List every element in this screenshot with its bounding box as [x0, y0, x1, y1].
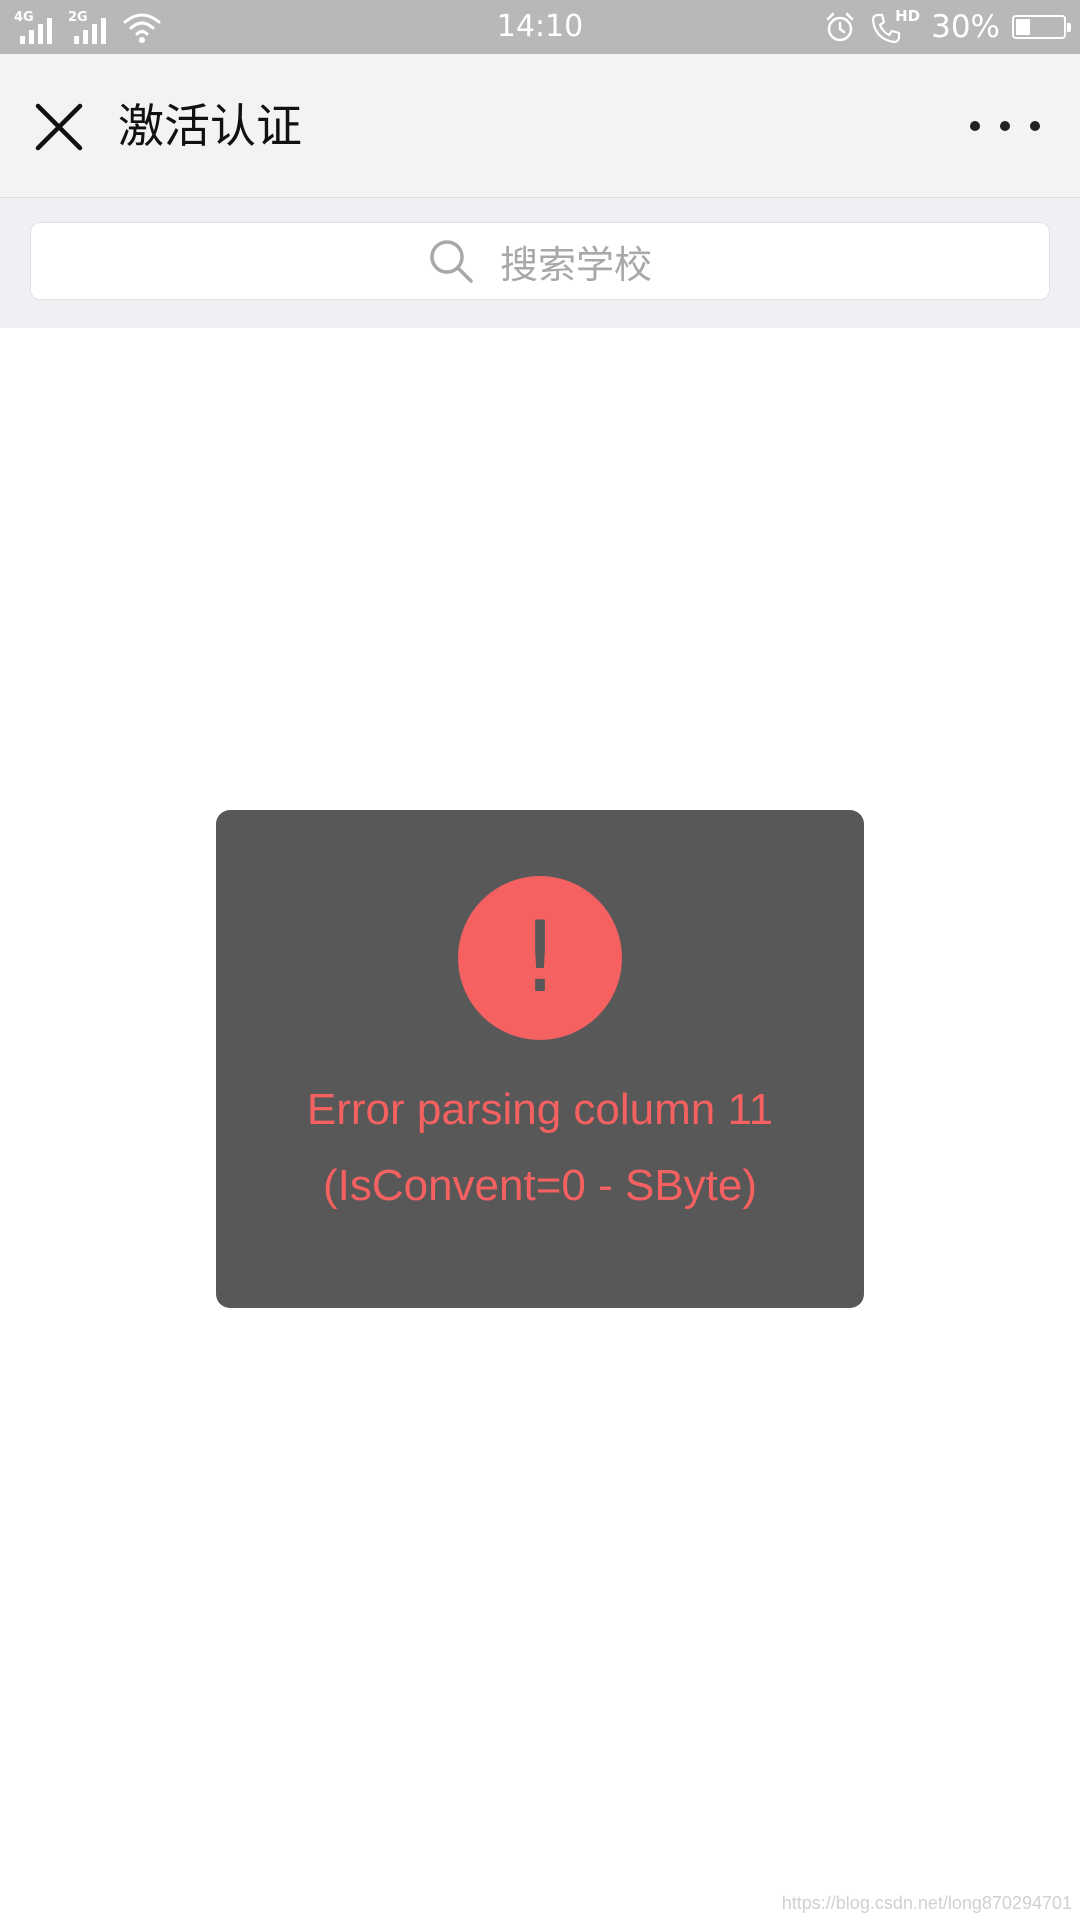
close-icon: [35, 103, 83, 151]
more-button[interactable]: [970, 106, 1040, 146]
exclamation-icon: !: [458, 876, 622, 1040]
status-right-group: HD 30%: [823, 7, 1071, 46]
battery-nub: [1067, 23, 1071, 32]
battery-fill: [1016, 19, 1030, 35]
exclamation-mark: !: [520, 901, 560, 1015]
error-toast: ! Error parsing column 11 (IsConvent=0 -…: [216, 810, 864, 1308]
hd-call-indicator: HD: [869, 7, 921, 45]
search-input[interactable]: 搜索学校: [30, 222, 1050, 300]
nav-bar: 激活认证: [0, 54, 1080, 198]
close-button[interactable]: [30, 98, 88, 156]
battery-icon: [1012, 15, 1071, 39]
search-icon: [430, 240, 473, 283]
error-message: Error parsing column 11 (IsConvent=0 - S…: [216, 1072, 864, 1224]
battery-percent: 30%: [931, 9, 1000, 45]
hd-label: HD: [895, 7, 921, 25]
error-message-line-2: (IsConvent=0 - SByte): [322, 1161, 758, 1210]
search-area: 搜索学校: [0, 198, 1080, 328]
search-placeholder: 搜索学校: [499, 242, 652, 287]
error-message-line-1: Error parsing column 11: [306, 1085, 774, 1134]
more-icon: [970, 121, 1040, 131]
alarm-icon: [826, 12, 854, 42]
watermark: https://blog.csdn.net/long870294701: [781, 1893, 1072, 1913]
status-bar: 4G 2G 14:10 HD 30%: [0, 0, 1080, 54]
page-title: 激活认证: [118, 99, 302, 153]
